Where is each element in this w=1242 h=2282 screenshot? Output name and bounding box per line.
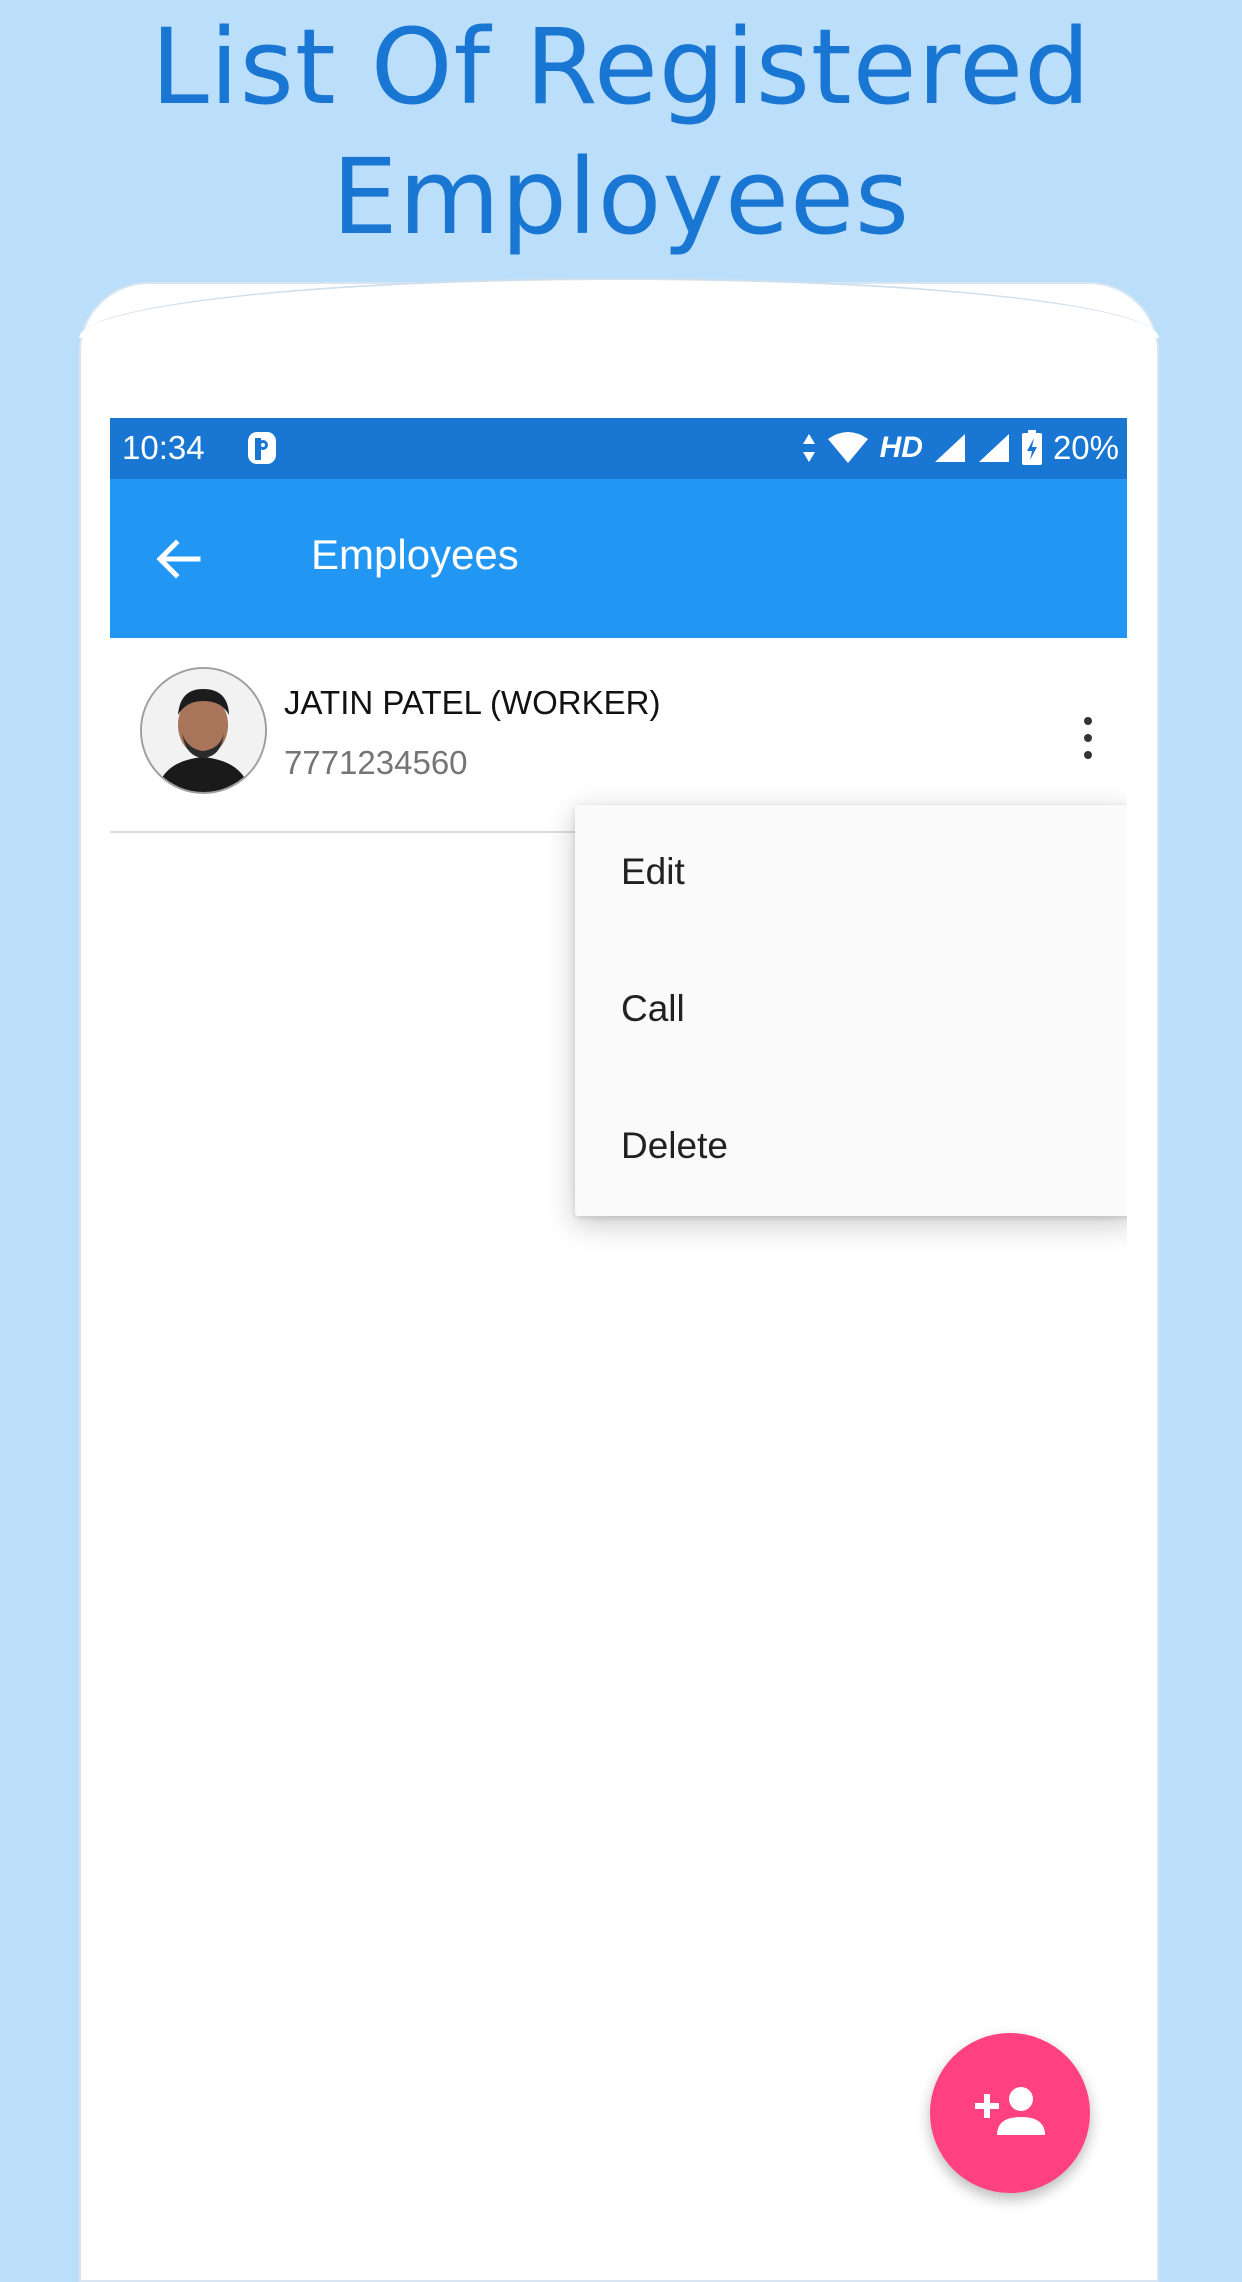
person-photo-icon	[142, 669, 265, 792]
promo-headline-line2: Employees	[331, 136, 911, 258]
app-bar-title: Employees	[311, 531, 519, 578]
status-icons: HD 20%	[802, 428, 1119, 468]
signal-icon	[934, 434, 965, 462]
menu-item-edit[interactable]: Edit	[575, 805, 1127, 942]
employee-name: JATIN PATEL (WORKER)	[284, 684, 661, 721]
parking-app-icon	[248, 432, 276, 464]
menu-item-call-label: Call	[621, 988, 685, 1029]
menu-item-edit-label: Edit	[621, 851, 685, 892]
menu-item-delete-label: Delete	[621, 1125, 728, 1166]
data-transfer-icon	[802, 434, 815, 462]
add-employee-button[interactable]	[930, 2033, 1090, 2193]
context-menu: Edit Call Delete	[575, 805, 1127, 1216]
menu-item-call[interactable]: Call	[575, 942, 1127, 1079]
wifi-icon	[827, 432, 868, 463]
battery-charging-icon	[1021, 430, 1042, 465]
status-bar: 10:34 HD 20%	[110, 418, 1127, 479]
menu-item-delete[interactable]: Delete	[575, 1079, 1127, 1216]
promo-headline-line1: List Of Registered	[150, 6, 1092, 128]
status-time: 10:34	[122, 429, 205, 466]
arrow-back-icon[interactable]	[150, 531, 206, 587]
more-vert-icon[interactable]	[1080, 713, 1096, 763]
employee-phone: 7771234560	[284, 744, 468, 781]
person-add-icon	[975, 2087, 1045, 2135]
promo-headline: List Of Registered Employees	[0, 0, 1242, 262]
employee-avatar	[140, 667, 267, 794]
app-screen: 10:34 HD 20% Employees JATIN PATEL (WORK…	[110, 418, 1127, 2208]
app-bar: Employees	[110, 479, 1127, 638]
battery-percentage: 20%	[1052, 429, 1119, 466]
network-type-label: HD	[879, 431, 923, 464]
signal-icon-2	[978, 434, 1009, 462]
